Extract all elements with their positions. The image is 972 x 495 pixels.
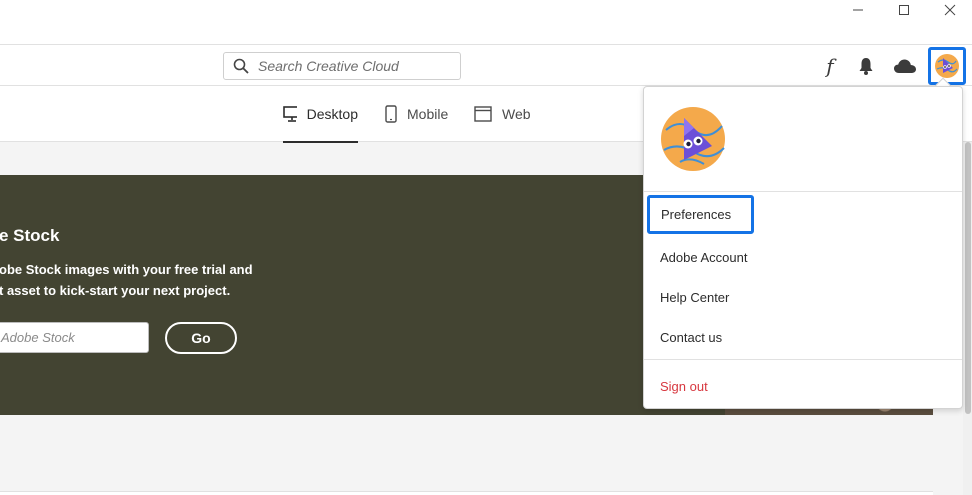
banner-desc-line: t asset to kick-start your next project. (0, 283, 231, 298)
adobe-account-menu-item[interactable]: Adobe Account (660, 247, 747, 267)
preferences-menu-item[interactable]: Preferences (647, 195, 754, 234)
desktop-icon (283, 106, 297, 122)
cloud-icon[interactable] (892, 54, 918, 78)
tab-label: Desktop (306, 106, 358, 122)
app-header: f (0, 44, 972, 86)
search-box[interactable] (223, 52, 461, 80)
menu-divider (644, 191, 962, 192)
fonts-icon[interactable]: f (817, 54, 843, 78)
avatar (935, 54, 959, 78)
content-card (0, 491, 933, 495)
profile-avatar (661, 107, 725, 171)
tab-desktop[interactable]: Desktop (283, 86, 358, 143)
stock-search-input[interactable]: Adobe Stock (0, 322, 149, 353)
maximize-button[interactable] (881, 0, 927, 20)
banner-description: obe Stock images with your free trial an… (0, 259, 253, 301)
account-menu: Preferences Adobe Account Help Center Co… (643, 86, 963, 409)
minimize-icon (853, 9, 863, 11)
banner-desc-line: obe Stock images with your free trial an… (0, 262, 253, 277)
tab-label: Web (502, 106, 531, 122)
go-button[interactable]: Go (165, 322, 237, 354)
scrollbar[interactable] (963, 142, 972, 495)
search-input[interactable] (258, 58, 448, 74)
close-icon (944, 4, 956, 16)
tab-label: Mobile (407, 106, 449, 122)
menu-divider (644, 359, 962, 360)
title-bar (0, 0, 972, 44)
maximize-icon (899, 5, 909, 15)
minimize-button[interactable] (835, 0, 881, 20)
bell-icon[interactable] (853, 54, 879, 78)
help-center-menu-item[interactable]: Help Center (660, 287, 729, 307)
tab-web[interactable]: Web (474, 86, 531, 142)
sign-out-menu-item[interactable]: Sign out (660, 376, 708, 396)
tab-mobile[interactable]: Mobile (385, 86, 448, 142)
avatar-button[interactable] (928, 47, 966, 85)
search-icon (224, 58, 258, 74)
close-button[interactable] (927, 0, 972, 20)
web-icon (474, 106, 492, 122)
banner-title: e Stock (0, 226, 60, 245)
scrollbar-thumb[interactable] (965, 142, 971, 414)
contact-us-menu-item[interactable]: Contact us (660, 327, 722, 347)
mobile-icon (385, 105, 397, 123)
